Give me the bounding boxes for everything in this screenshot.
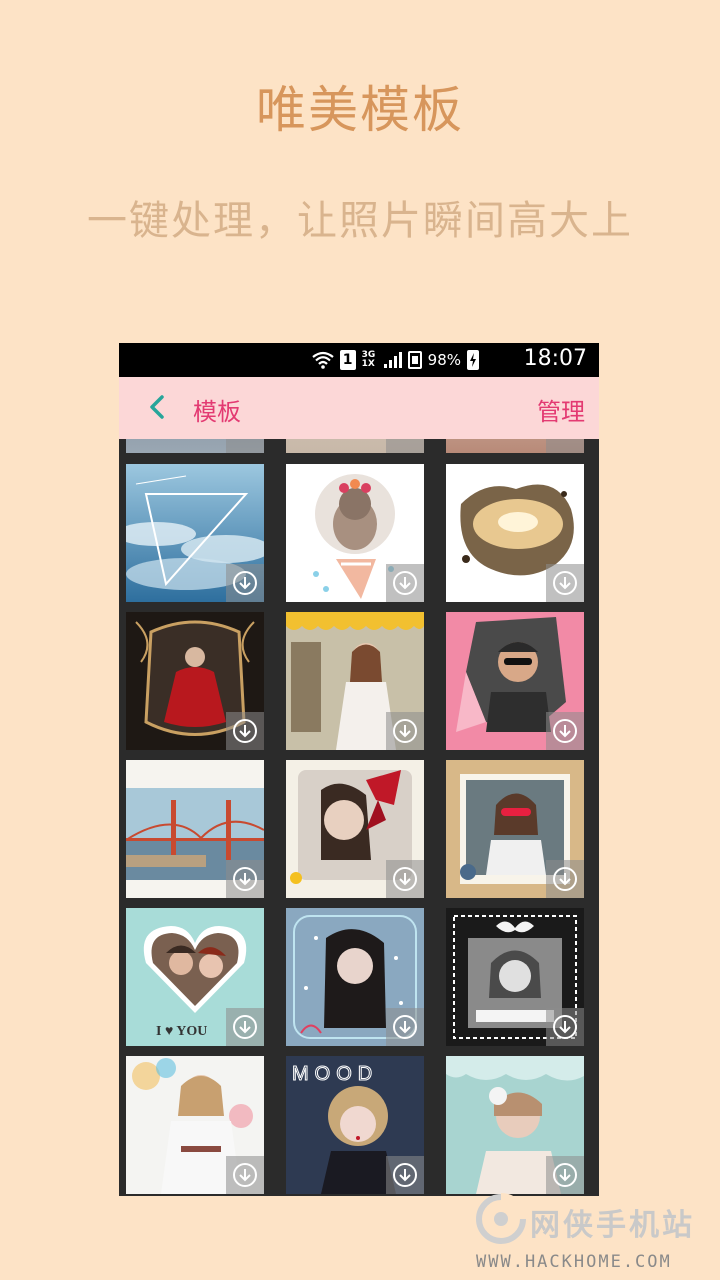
promo-subtitle: 一键处理，让照片瞬间高大上 <box>87 198 633 244</box>
phone-screen: 1 3G 1X 98% 18:07 模板 管理 I ♥ YOU MOOD <box>119 343 599 1196</box>
network-type: 3G 1X <box>361 350 376 369</box>
download-icon[interactable] <box>392 570 418 596</box>
template-tile-red-bow-portrait[interactable] <box>286 760 424 898</box>
app-bar: 模板 管理 <box>119 377 599 439</box>
chevron-left-icon[interactable] <box>143 392 173 422</box>
template-tile-stamp-frame-sunglasses[interactable] <box>446 760 584 898</box>
signal-icon <box>383 352 402 368</box>
template-grid[interactable]: I ♥ YOU MOOD <box>119 439 599 1196</box>
watermark-url: WWW.HACKHOME.COM <box>476 1252 672 1272</box>
download-icon[interactable] <box>232 1014 258 1040</box>
download-icon[interactable] <box>552 866 578 892</box>
page-title: 模板 <box>193 398 241 426</box>
template-tile-partial[interactable] <box>286 439 424 453</box>
promo-title: 唯美模板 <box>256 81 464 139</box>
download-icon[interactable] <box>392 866 418 892</box>
download-icon[interactable] <box>232 866 258 892</box>
download-icon[interactable] <box>552 718 578 744</box>
template-tile-golden-gate-bridge[interactable] <box>126 760 264 898</box>
download-icon[interactable] <box>552 1014 578 1040</box>
download-icon[interactable] <box>392 1162 418 1188</box>
heart-caption: I ♥ YOU <box>156 1024 207 1039</box>
template-tile-watercolor-girl[interactable] <box>126 1056 264 1194</box>
status-bar: 1 3G 1X 98% 18:07 <box>119 343 599 377</box>
template-tile-vintage-bow-frame[interactable] <box>446 908 584 1046</box>
download-icon[interactable] <box>392 718 418 744</box>
template-tile-winter-girl[interactable] <box>286 908 424 1046</box>
watermark: 网侠手机站 WWW.HACKHOME.COM <box>474 1192 720 1278</box>
manage-button[interactable]: 管理 <box>537 392 585 427</box>
template-tile-lace-headpiece[interactable] <box>446 1056 584 1194</box>
mood-caption: MOOD <box>292 1063 378 1085</box>
wifi-icon <box>311 351 334 369</box>
battery-percent: 98% <box>427 351 461 369</box>
watermark-logo-icon <box>476 1193 527 1244</box>
template-tile-partial[interactable] <box>446 439 584 453</box>
download-icon[interactable] <box>552 570 578 596</box>
download-icon[interactable] <box>392 1014 418 1040</box>
sim-card-icon <box>407 351 422 369</box>
template-tile-partial[interactable] <box>126 439 264 453</box>
download-icon[interactable] <box>232 718 258 744</box>
sim-slot-icon: 1 <box>339 350 356 370</box>
clock: 18:07 <box>523 346 587 371</box>
template-tile-sunset-splash[interactable] <box>446 464 584 602</box>
battery-charging-icon <box>467 350 479 370</box>
watermark-text: 网侠手机站 <box>530 1208 695 1243</box>
template-tile-clouds-triangle[interactable] <box>126 464 264 602</box>
template-tile-ornate-frame-red-dress[interactable] <box>126 612 264 750</box>
template-tile-heart-couple[interactable]: I ♥ YOU <box>126 908 264 1046</box>
template-tile-cat-flower-crown[interactable] <box>286 464 424 602</box>
template-tile-mood-curly-hair[interactable]: MOOD <box>286 1056 424 1194</box>
download-icon[interactable] <box>552 1162 578 1188</box>
template-tile-girl-scalloped-frame[interactable] <box>286 612 424 750</box>
download-icon[interactable] <box>232 1162 258 1188</box>
template-tile-pink-paper-tear[interactable] <box>446 612 584 750</box>
download-icon[interactable] <box>232 570 258 596</box>
